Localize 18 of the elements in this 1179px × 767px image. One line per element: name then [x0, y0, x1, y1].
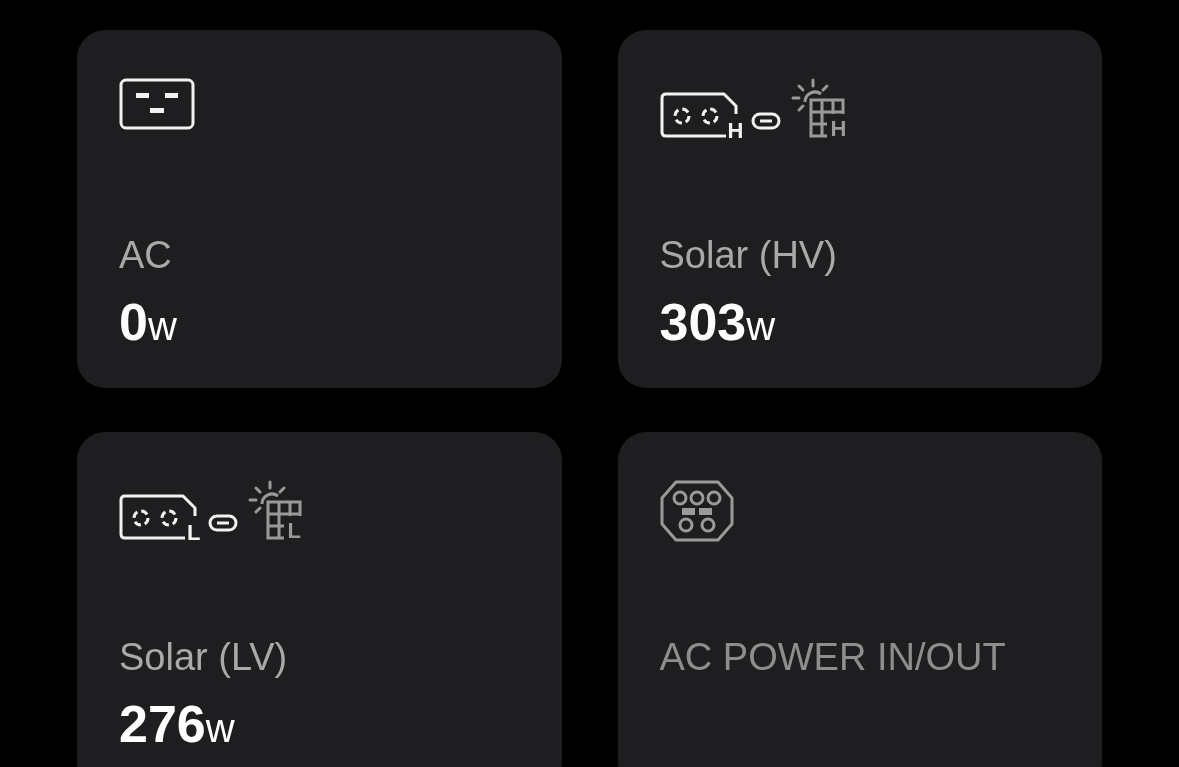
power-card[interactable]: H H Solar (HV) 303w [617, 30, 1102, 388]
source-label: AC [119, 236, 172, 274]
port-tag: L [187, 522, 201, 544]
panel-tag: L [287, 520, 301, 542]
power-card[interactable]: AC POWER IN/OUT [617, 432, 1102, 767]
power-card[interactable]: L L Solar (LV) 276w [77, 432, 562, 767]
power-unit: w [746, 306, 776, 346]
port-tag: H [727, 120, 744, 142]
panel-tag: H [830, 118, 847, 140]
power-value: 0 [119, 296, 148, 348]
power-value: 303 [659, 296, 747, 348]
power-unit: w [205, 708, 235, 748]
power-unit: w [147, 306, 177, 346]
power-card[interactable]: AC 0w [77, 30, 562, 388]
source-label: Solar (HV) [659, 236, 837, 274]
source-label: AC POWER IN/OUT [659, 638, 1006, 676]
source-label: Solar (LV) [119, 638, 288, 676]
power-value: 276 [119, 698, 206, 750]
